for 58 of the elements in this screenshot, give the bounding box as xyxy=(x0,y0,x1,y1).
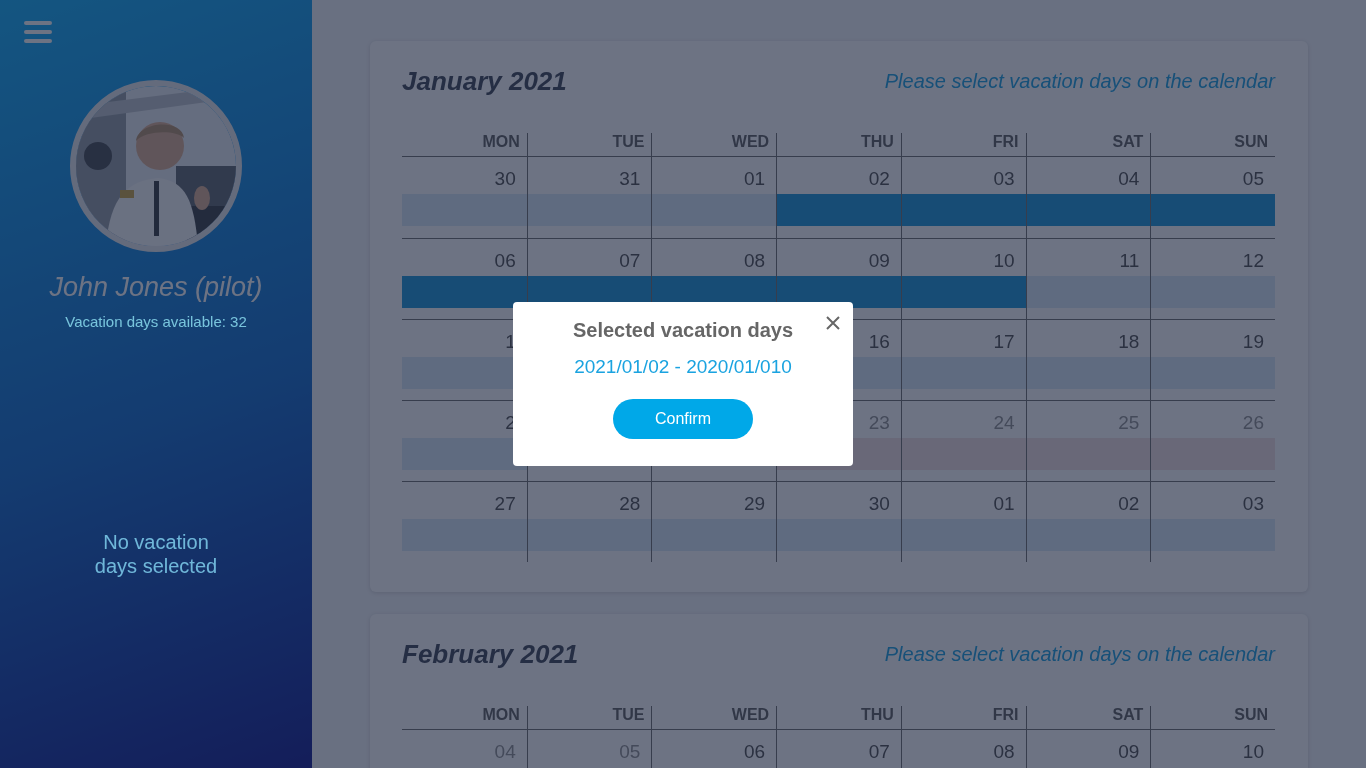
day-number[interactable]: 05 xyxy=(1242,168,1264,192)
day-number[interactable]: 19 xyxy=(1242,331,1264,355)
month-title: February 2021 xyxy=(402,638,579,670)
day-number[interactable]: 01 xyxy=(993,493,1015,517)
weekday-label: WED xyxy=(651,133,777,157)
day-number[interactable]: 28 xyxy=(619,493,641,517)
weekday-label: THU xyxy=(776,706,901,730)
weekday-label: MON xyxy=(402,706,527,730)
day-number[interactable]: 30 xyxy=(868,493,890,517)
day-number[interactable]: 07 xyxy=(619,250,641,274)
date-range-text: 2021/01/02 - 2020/01/010 xyxy=(574,356,792,378)
day-number[interactable]: 03 xyxy=(1242,493,1264,517)
weekday-label: TUE xyxy=(526,706,652,730)
day-number[interactable]: 08 xyxy=(993,741,1015,765)
instruction-text: Please select vacation days on the calendar xyxy=(884,69,1275,93)
weekday-label: THU xyxy=(776,133,901,157)
day-bar[interactable] xyxy=(402,276,527,308)
weekday-label: SAT xyxy=(1025,706,1151,730)
weekday-label: MON xyxy=(402,133,527,157)
day-number[interactable]: 06 xyxy=(744,741,766,765)
day-number[interactable]: 09 xyxy=(868,250,890,274)
confirm-button[interactable]: Confirm xyxy=(613,399,753,439)
weekday-label: FRI xyxy=(900,133,1026,157)
day-number[interactable]: 04 xyxy=(1118,168,1140,192)
day-number[interactable]: 02 xyxy=(868,168,890,192)
available-days-text: Vacation days available: 32 xyxy=(65,313,247,330)
day-number[interactable]: 03 xyxy=(993,168,1015,192)
weekday-label: TUE xyxy=(526,133,652,157)
weekday-label: WED xyxy=(651,706,777,730)
weekday-label: SUN xyxy=(1150,133,1275,157)
day-number[interactable]: 08 xyxy=(744,250,766,274)
month-title: January 2021 xyxy=(402,65,567,97)
day-number[interactable]: 09 xyxy=(1118,741,1140,765)
day-number[interactable]: 10 xyxy=(1242,741,1264,765)
user-name: John Jones (pilot) xyxy=(49,272,263,303)
day-number[interactable]: 07 xyxy=(868,741,890,765)
close-icon[interactable] xyxy=(825,315,841,331)
dialog-title: Selected vacation days xyxy=(572,319,794,342)
instruction-text: Please select vacation days on the calendar xyxy=(884,642,1275,666)
day-number[interactable]: 02 xyxy=(1118,493,1140,517)
weekday-label: FRI xyxy=(900,706,1026,730)
day-number[interactable]: 30 xyxy=(494,168,516,192)
day-number[interactable]: 18 xyxy=(1118,331,1140,355)
day-number[interactable]: 06 xyxy=(494,250,516,274)
weekday-label: SAT xyxy=(1025,133,1151,157)
day-number[interactable]: 27 xyxy=(494,493,516,517)
day-number[interactable]: 12 xyxy=(1242,250,1264,274)
weekday-label: SUN xyxy=(1150,706,1275,730)
day-number[interactable]: 31 xyxy=(619,168,641,192)
day-number[interactable]: 29 xyxy=(744,493,766,517)
day-number[interactable]: 11 xyxy=(1119,250,1140,274)
day-bar[interactable] xyxy=(402,438,527,470)
menu-icon[interactable] xyxy=(24,20,52,44)
day-number[interactable]: 17 xyxy=(993,331,1015,355)
day-number[interactable]: 01 xyxy=(744,168,766,192)
day-number[interactable]: 10 xyxy=(993,250,1015,274)
selection-status-text: No vacation days selected xyxy=(93,530,219,578)
day-number[interactable]: 16 xyxy=(868,331,890,355)
